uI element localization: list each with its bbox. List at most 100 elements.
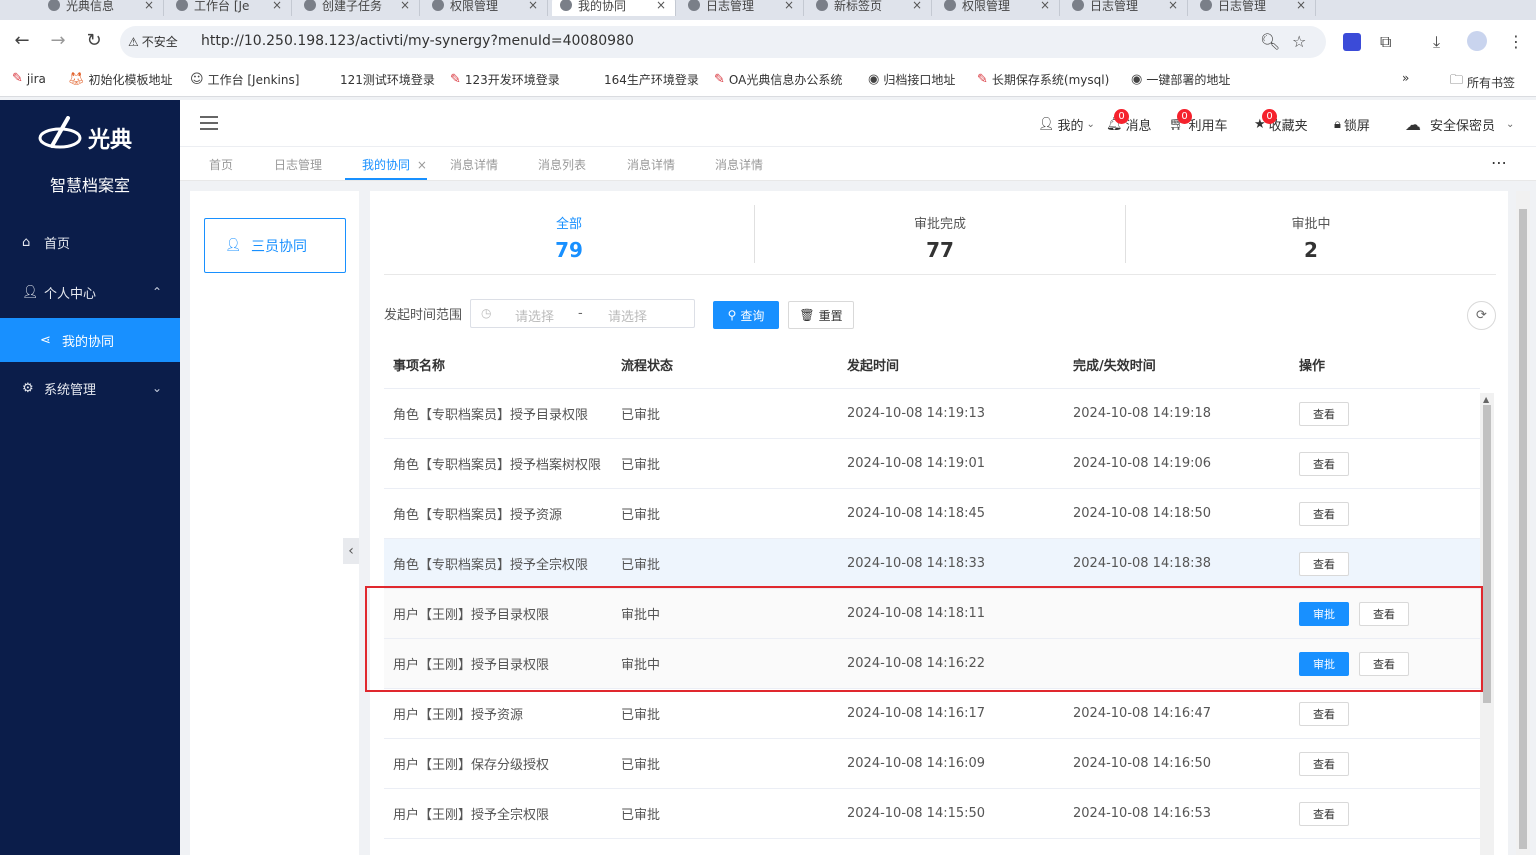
close-tab-icon[interactable]: × [1168,0,1178,12]
browser-tab[interactable]: 权限管理 × [936,0,1060,16]
view-button[interactable]: 查看 [1359,601,1409,626]
tab-message-detail[interactable]: 消息详情 [450,156,498,173]
tab-log-management[interactable]: 日志管理 [274,156,322,173]
view-button[interactable]: 查看 [1299,701,1349,726]
table-row[interactable]: 用户【王刚】授予全宗权限 已审批 2024-10-08 14:15:50 2024-1… [384,789,1480,839]
close-tab-icon[interactable]: × [528,0,538,12]
bookmark-item[interactable]: 164生产环境登录 [604,71,699,88]
table-row[interactable]: 用户【王刚】授予目录权限 审批中 2024-10-08 14:18:11 审批 查看 [384,589,1480,639]
security-indicator[interactable]: ⚠ 不安全 [128,33,178,50]
scroll-up-icon[interactable]: ▲ [1483,395,1489,404]
bookmark-item[interactable]: ◉ 归档接口地址 [868,71,955,88]
refresh-button[interactable]: ⟳ [1467,301,1496,330]
browser-tab[interactable]: 权限管理 × [424,0,548,16]
table-row[interactable]: 角色【专职档案员】授予档案树权限 已审批 2024-10-08 14:19:01 20… [384,439,1480,489]
favorites-button[interactable]: ★ 0 收藏夹 [1254,109,1308,134]
browser-tab[interactable]: 日志管理 × [680,0,804,16]
sidebar-item-personal-center[interactable]: 👤︎ 个人中心 ⌃ [0,270,180,314]
bookmark-star-icon[interactable]: ☆ [1292,32,1306,51]
more-tabs-icon[interactable]: ⋯ [1491,153,1508,172]
forward-button[interactable]: → [47,30,69,52]
sidebar-item-system-management[interactable]: ⚙ 系统管理 ⌄ [0,366,180,410]
bookmark-item[interactable]: ✎ jira [12,71,46,86]
bookmark-item[interactable]: ☺ 工作台 [Jenkins] [190,71,299,88]
close-tab-icon[interactable]: × [272,0,282,12]
bookmark-item[interactable]: ✎ OA光典信息办公系统 [714,71,842,88]
bookmark-item[interactable]: 121测试环境登录 [340,71,435,88]
bookmarks-overflow-button[interactable]: » [1402,71,1409,85]
browser-tab[interactable]: 我的协同 × [552,0,676,16]
bookmark-item[interactable]: ✎ 123开发环境登录 [450,71,560,88]
table-row[interactable]: 用户【王刚】保存分级授权 已审批 2024-10-08 14:16:09 2024-1… [384,739,1480,789]
view-button[interactable]: 查看 [1359,651,1409,676]
close-tab-icon[interactable]: × [784,0,794,12]
approve-button[interactable]: 审批 [1299,601,1349,626]
close-tab-icon[interactable]: × [144,0,154,12]
browser-tab[interactable]: 日志管理 × [1064,0,1188,16]
reload-button[interactable]: ↻ [83,30,105,52]
browser-menu-icon[interactable]: ⋮ [1508,32,1524,51]
view-button[interactable]: 查看 [1299,401,1349,426]
extensions-puzzle-icon[interactable]: ⧉ [1380,32,1391,52]
table-row[interactable]: 用户【王刚】授予目录权限 审批中 2024-10-08 14:16:22 审批 查看 [384,639,1480,689]
tab-home[interactable]: 首页 [209,156,233,173]
table-row[interactable]: 角色【专职档案员】授予全宗权限 已审批 2024-10-08 14:18:33 202… [384,539,1480,589]
close-tab-icon[interactable]: × [1040,0,1050,12]
close-tab-icon[interactable]: × [1296,0,1306,12]
browser-tab[interactable]: 光典信息 × [40,0,164,16]
view-button[interactable]: 查看 [1299,801,1349,826]
bookmark-item[interactable]: ✎ 长期保存系统(mysql) [977,71,1109,88]
tab-message-detail[interactable]: 消息详情 [715,156,763,173]
table-row[interactable]: 用户【王刚】授予资源 已审批 2024-10-08 14:16:17 2024-10-… [384,689,1480,739]
bookmark-item[interactable]: 🦊︎ 初始化模板地址 [68,71,173,88]
collapse-panel-button[interactable]: ‹ [343,538,359,564]
reset-button[interactable]: 🗑︎ 重置 [788,301,854,329]
extension-icon[interactable] [1343,33,1361,51]
view-button[interactable]: 查看 [1299,451,1349,476]
browser-tab[interactable]: 新标签页 × [808,0,932,16]
stat-all[interactable]: 全部 79 [384,205,754,263]
lock-screen-button[interactable]: 🔒︎ 锁屏 [1334,115,1370,134]
browser-tab[interactable]: 创建子任务 × [296,0,420,16]
approve-button[interactable]: 审批 [1299,651,1349,676]
zoom-icon[interactable]: 🔍︎ [1260,32,1280,51]
messages-button[interactable]: 🔔︎ 0 消息 [1106,109,1152,134]
bookmark-item[interactable]: ◉ 一键部署的地址 [1131,71,1230,88]
tab-message-detail[interactable]: 消息详情 [627,156,675,173]
browser-tab[interactable]: 日志管理 × [1192,0,1316,16]
sidebar-item-my-synergy[interactable]: ⋖ 我的协同 [0,318,180,362]
my-menu[interactable]: 👤︎ 我的 ⌄ [1038,115,1095,134]
sidebar-item-home[interactable]: ⌂ 首页 [0,220,180,264]
page-scrollbar[interactable] [1516,191,1530,855]
back-button[interactable]: ← [11,30,33,52]
date-range-picker[interactable]: ◷ 请选择 - 请选择 [470,299,695,328]
scroll-thumb[interactable] [1483,405,1491,703]
query-button[interactable]: ⚲ 查询 [713,301,779,329]
table-scrollbar[interactable]: ▲ [1480,393,1494,855]
address-bar[interactable]: ⚠ 不安全 http://10.250.198.123/activti/my-s… [120,26,1326,58]
tab-my-synergy[interactable]: 我的协同 × [362,156,427,173]
browser-tab[interactable]: 工作台 [Je × [168,0,292,16]
url-text[interactable]: http://10.250.198.123/activti/my-synergy… [201,33,634,49]
close-tab-icon[interactable]: × [912,0,922,12]
end-date-input[interactable]: 请选择 [608,306,647,325]
cart-button[interactable]: 🛒︎ 0 利用车 [1169,109,1228,134]
close-icon[interactable]: × [417,158,427,172]
all-bookmarks-button[interactable]: 🗀 所有书签 [1450,71,1515,93]
view-button[interactable]: 查看 [1299,551,1349,576]
table-row[interactable]: 角色【专职档案员】授予目录权限 已审批 2024-10-08 14:19:13 202… [384,389,1480,439]
close-tab-icon[interactable]: × [656,0,666,12]
tab-message-list[interactable]: 消息列表 [538,156,586,173]
view-button[interactable]: 查看 [1299,501,1349,526]
stat-pending[interactable]: 审批中 2 [1126,205,1496,263]
role-card-three-member[interactable]: 👤︎ 三员协同 [204,218,346,273]
download-icon[interactable]: ⤓ [1433,32,1440,52]
view-button[interactable]: 查看 [1299,751,1349,776]
profile-avatar[interactable] [1467,31,1487,51]
table-row[interactable]: 角色【专职档案员】授予资源 已审批 2024-10-08 14:18:45 2024-… [384,489,1480,539]
stat-approved[interactable]: 审批完成 77 [755,205,1125,263]
user-menu[interactable]: ☁ 安全保密员 ⌄ [1405,115,1514,134]
menu-toggle-icon[interactable] [200,116,218,130]
start-date-input[interactable]: 请选择 [515,306,554,325]
scroll-thumb[interactable] [1519,209,1527,849]
